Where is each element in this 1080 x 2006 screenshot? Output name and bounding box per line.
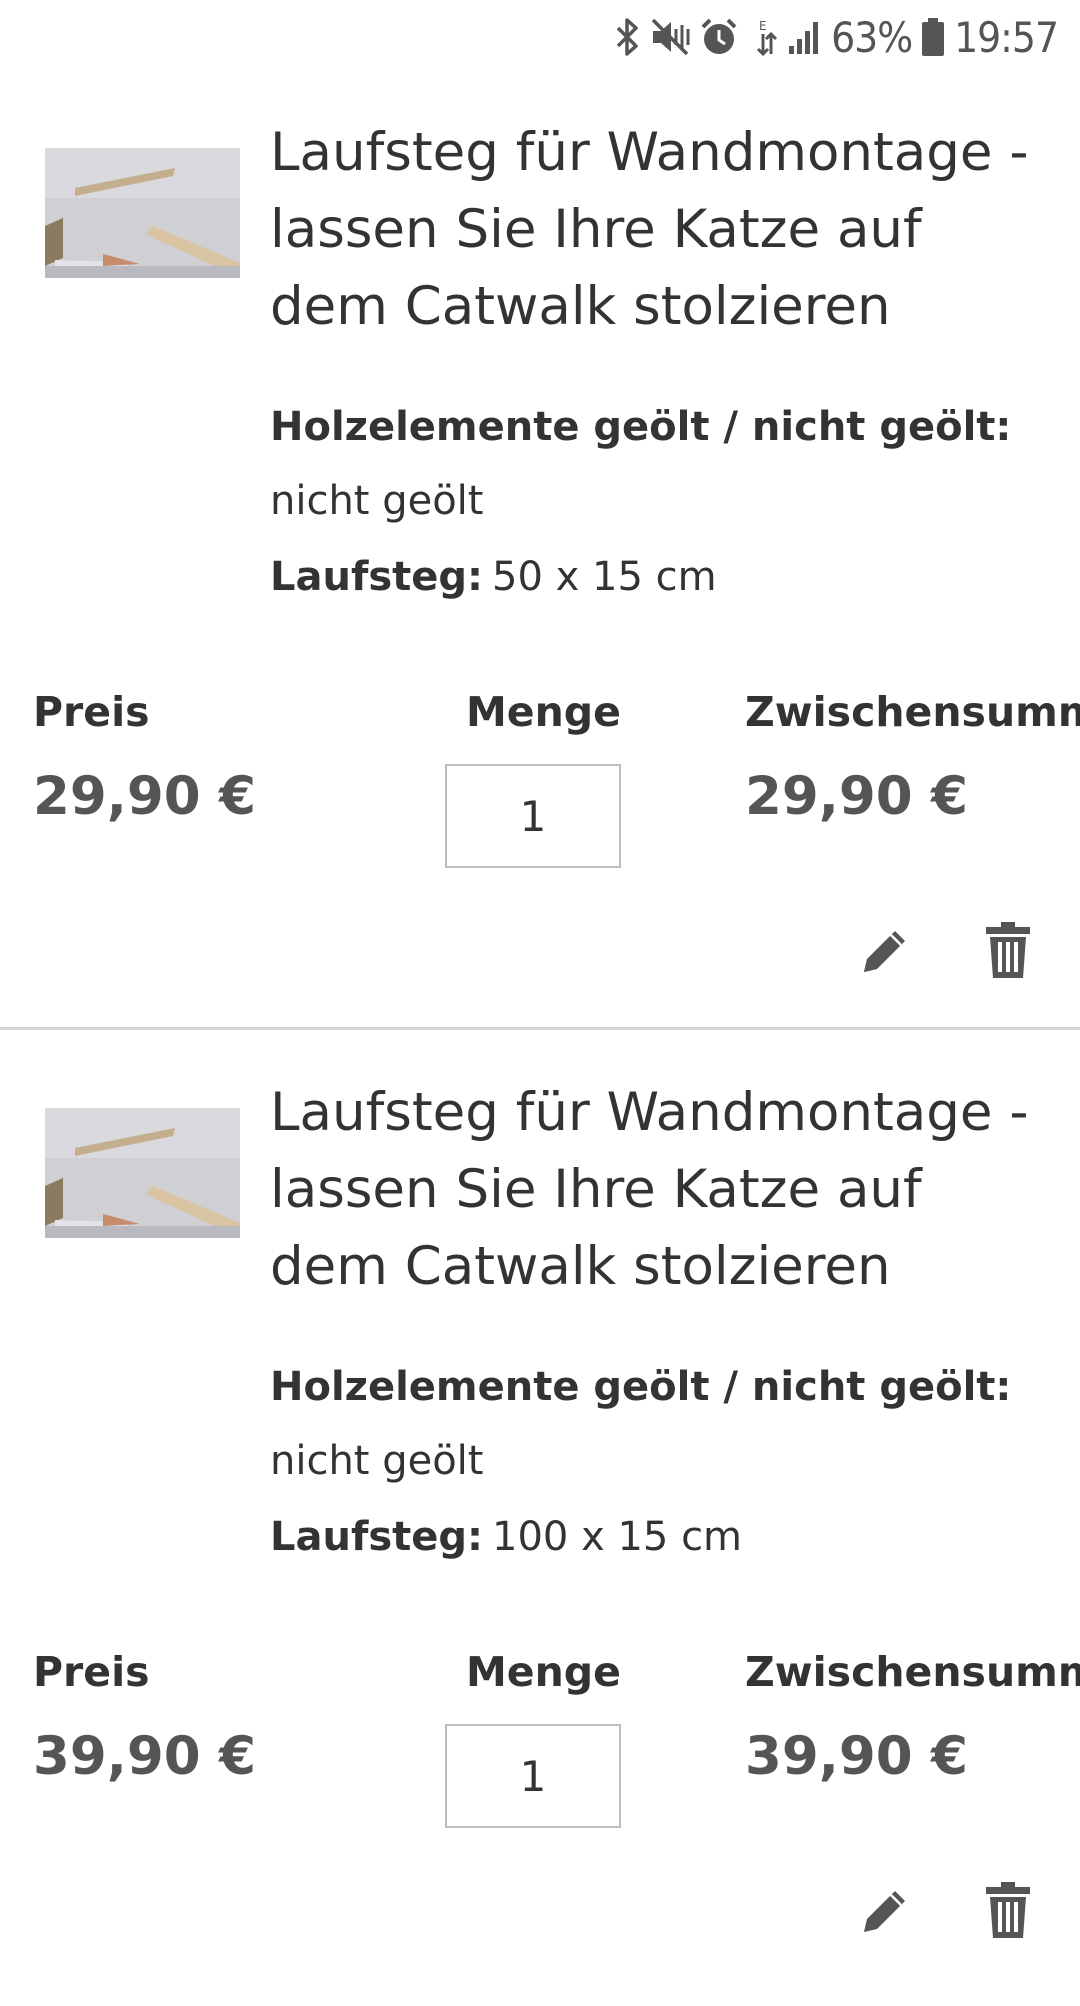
product-thumbnail[interactable] bbox=[45, 1108, 240, 1238]
option-label-wood: Holzelemente geölt / nicht geölt: bbox=[270, 404, 1012, 450]
product-title[interactable]: Laufsteg für Wandmontage - lassen Sie Ih… bbox=[270, 1074, 1050, 1305]
option-value-wood: nicht geölt bbox=[270, 478, 484, 524]
item-divider bbox=[0, 1027, 1080, 1030]
option-label-size: Laufsteg: bbox=[270, 554, 484, 600]
edit-button[interactable] bbox=[856, 922, 916, 982]
product-thumbnail[interactable] bbox=[45, 148, 240, 278]
subtotal-value: 39,90 € bbox=[745, 1726, 968, 1787]
quantity-input[interactable] bbox=[445, 1724, 621, 1828]
option-value-size: 50 x 15 cm bbox=[492, 554, 717, 600]
vibrate-mute-icon bbox=[649, 16, 691, 58]
battery-icon bbox=[920, 16, 946, 58]
status-bar: E 63% 19:57 bbox=[0, 0, 1080, 76]
option-label-wood: Holzelemente geölt / nicht geölt: bbox=[270, 1364, 1012, 1410]
product-title[interactable]: Laufsteg für Wandmontage - lassen Sie Ih… bbox=[270, 114, 1050, 345]
cart-item: Laufsteg für Wandmontage - lassen Sie Ih… bbox=[0, 86, 1080, 1046]
svg-text:E: E bbox=[759, 19, 767, 33]
delete-trash-icon bbox=[986, 922, 1030, 982]
quantity-input[interactable] bbox=[445, 764, 621, 868]
status-icons: E 63% 19:57 bbox=[615, 12, 1059, 62]
battery-percent: 63% bbox=[831, 12, 913, 62]
delete-trash-icon bbox=[986, 1882, 1030, 1942]
option-value-wood: nicht geölt bbox=[270, 1438, 484, 1484]
edit-pencil-icon bbox=[861, 1885, 911, 1939]
quantity-label: Menge bbox=[466, 688, 621, 736]
edit-pencil-icon bbox=[861, 925, 911, 979]
price-label: Preis bbox=[33, 688, 150, 736]
bluetooth-icon bbox=[615, 16, 641, 58]
clock-time: 19:57 bbox=[954, 12, 1059, 62]
option-label-size: Laufsteg: bbox=[270, 1514, 484, 1560]
subtotal-value: 29,90 € bbox=[745, 766, 968, 827]
unit-price: 29,90 € bbox=[33, 766, 256, 827]
delete-button[interactable] bbox=[978, 1882, 1038, 1942]
quantity-label: Menge bbox=[466, 1648, 621, 1696]
subtotal-label: Zwischensumme bbox=[745, 688, 1080, 736]
edit-button[interactable] bbox=[856, 1882, 916, 1942]
delete-button[interactable] bbox=[978, 922, 1038, 982]
unit-price: 39,90 € bbox=[33, 1726, 256, 1787]
cart-item: Laufsteg für Wandmontage - lassen Sie Ih… bbox=[0, 1046, 1080, 2006]
alarm-icon bbox=[699, 16, 739, 58]
subtotal-label: Zwischensumme bbox=[745, 1648, 1080, 1696]
option-value-size: 100 x 15 cm bbox=[492, 1514, 743, 1560]
price-label: Preis bbox=[33, 1648, 150, 1696]
data-transfer-icon: E bbox=[755, 16, 779, 58]
signal-icon bbox=[787, 16, 823, 58]
